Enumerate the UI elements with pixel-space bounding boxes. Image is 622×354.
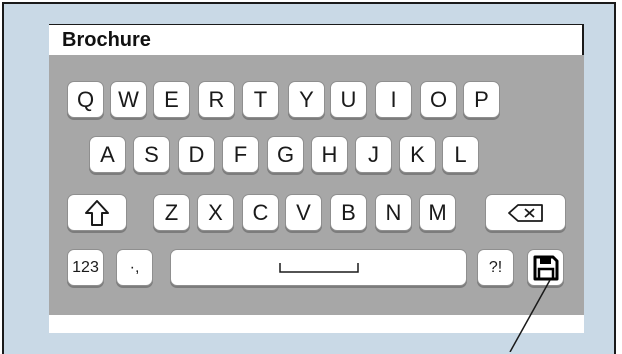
shift-arrow-icon: [84, 199, 110, 227]
key-l[interactable]: L: [442, 136, 479, 173]
keyboard-bottom-strip: [49, 315, 584, 333]
backspace-icon: [507, 203, 544, 222]
save-key[interactable]: [527, 249, 564, 286]
key-d[interactable]: D: [178, 136, 215, 173]
key-y[interactable]: Y: [288, 81, 325, 118]
key-u[interactable]: U: [330, 81, 367, 118]
key-h[interactable]: H: [311, 136, 348, 173]
key-m[interactable]: M: [419, 194, 456, 231]
key-p[interactable]: P: [463, 81, 500, 118]
title-field[interactable]: Brochure: [49, 24, 584, 56]
title-text: Brochure: [62, 29, 151, 51]
floppy-disk-save-icon: [532, 254, 560, 282]
key-x[interactable]: X: [197, 194, 234, 231]
backspace-key[interactable]: [485, 194, 566, 231]
key-a[interactable]: A: [89, 136, 126, 173]
space-bar-icon: [278, 262, 359, 274]
key-i[interactable]: I: [375, 81, 412, 118]
key-k[interactable]: K: [399, 136, 436, 173]
shift-key[interactable]: [67, 194, 127, 231]
numbers-key[interactable]: 123: [67, 249, 104, 286]
key-e[interactable]: E: [153, 81, 190, 118]
key-s[interactable]: S: [133, 136, 170, 173]
space-bar[interactable]: [170, 249, 467, 286]
key-n[interactable]: N: [375, 194, 412, 231]
key-r[interactable]: R: [198, 81, 235, 118]
on-screen-keyboard: Q W E R T Y U I O P A S D F G H J K L Z …: [49, 55, 584, 315]
key-z[interactable]: Z: [153, 194, 190, 231]
key-f[interactable]: F: [222, 136, 259, 173]
key-w[interactable]: W: [110, 81, 147, 118]
key-q[interactable]: Q: [67, 81, 104, 118]
key-g[interactable]: G: [267, 136, 304, 173]
punctuation-key[interactable]: ·,: [116, 249, 153, 286]
key-v[interactable]: V: [285, 194, 322, 231]
symbols-key[interactable]: ?!: [477, 249, 514, 286]
key-o[interactable]: O: [420, 81, 457, 118]
key-t[interactable]: T: [242, 81, 279, 118]
key-b[interactable]: B: [330, 194, 367, 231]
key-c[interactable]: C: [242, 194, 279, 231]
key-j[interactable]: J: [355, 136, 392, 173]
